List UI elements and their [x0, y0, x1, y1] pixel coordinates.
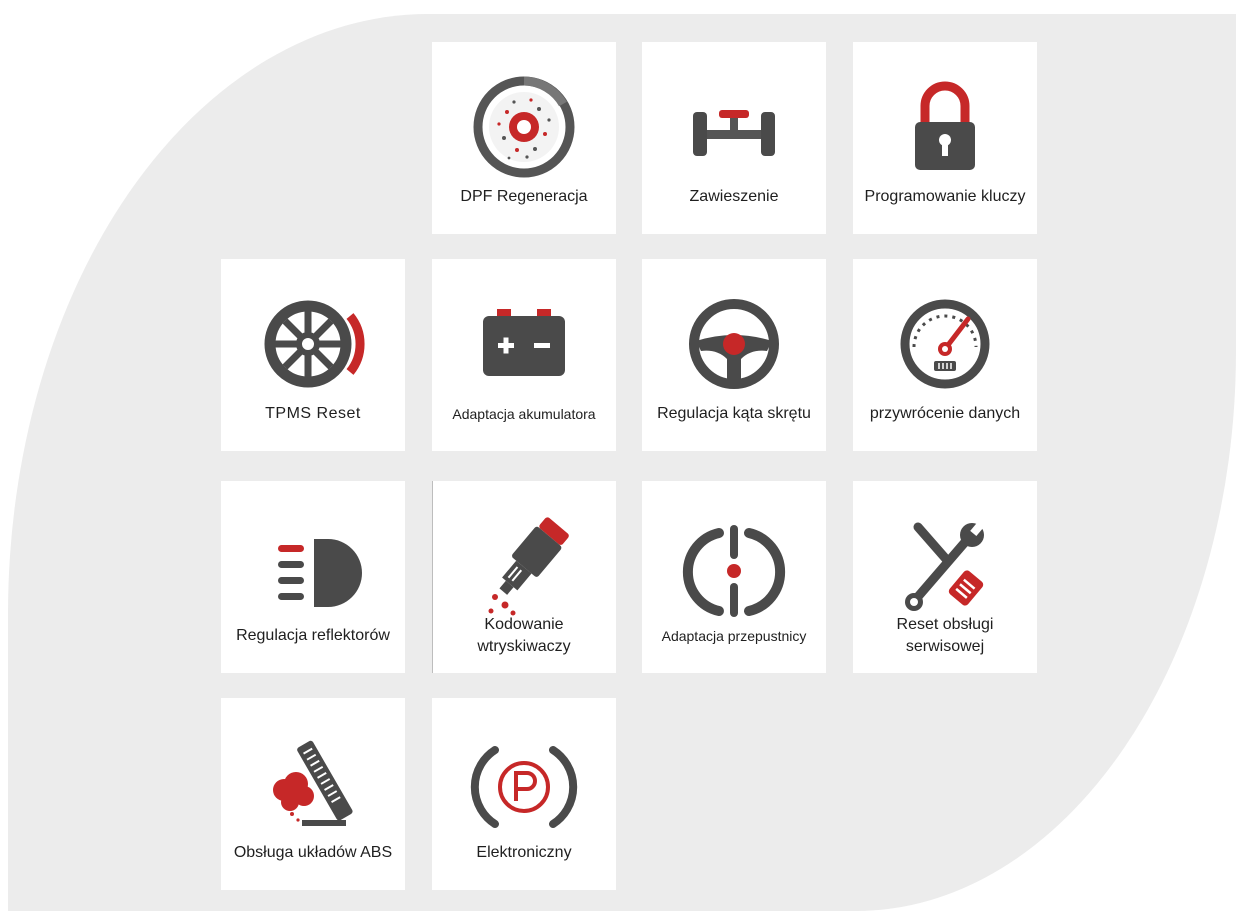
tile-label: Adaptacja akumulatora — [452, 406, 596, 422]
tile-label: Zawieszenie — [689, 188, 779, 205]
tile-label: TPMS Reset — [265, 405, 361, 422]
tile-battery-adaptation[interactable]: Adaptacja akumulatora — [432, 259, 616, 451]
tile-label: Regulacja kąta skrętu — [657, 405, 811, 422]
tile-label: Elektroniczny — [476, 844, 572, 861]
tile-electronic-parking-brake[interactable]: Elektroniczny — [432, 698, 616, 890]
tile-dpf-regeneration[interactable]: DPF Regeneracja — [432, 42, 616, 234]
tile-label: przywrócenie danych — [869, 405, 1021, 422]
tile-throttle-adaptation[interactable]: Adaptacja przepustnicy — [642, 481, 826, 673]
tile-abs-service[interactable]: Obsługa układów ABS — [221, 698, 405, 890]
background-panel — [8, 14, 1236, 911]
tile-label: DPF Regeneracja — [460, 188, 588, 205]
tile-key-programming[interactable]: Programowanie kluczy — [853, 42, 1037, 234]
tile-injector-coding[interactable]: Kodowanie wtryskiwaczy — [432, 481, 616, 673]
tile-service-reset[interactable]: Reset obsługi serwisowej — [853, 481, 1037, 673]
tile-headlight-adjustment[interactable]: Regulacja reflektorów — [221, 481, 405, 673]
tile-steering-angle[interactable]: Regulacja kąta skrętu — [642, 259, 826, 451]
tile-label: Reset obsługi serwisowej — [896, 616, 994, 655]
tile-label: Programowanie kluczy — [864, 188, 1026, 205]
tile-tpms-reset[interactable]: TPMS Reset — [221, 259, 405, 451]
tile-label: Kodowanie wtryskiwaczy — [477, 616, 571, 655]
tile-label: Regulacja reflektorów — [236, 627, 390, 644]
tile-suspension[interactable]: Zawieszenie — [642, 42, 826, 234]
tile-data-restore[interactable]: przywrócenie danych — [853, 259, 1037, 451]
tile-label: Obsługa układów ABS — [233, 844, 393, 861]
tile-label: Adaptacja przepustnicy — [661, 628, 807, 644]
